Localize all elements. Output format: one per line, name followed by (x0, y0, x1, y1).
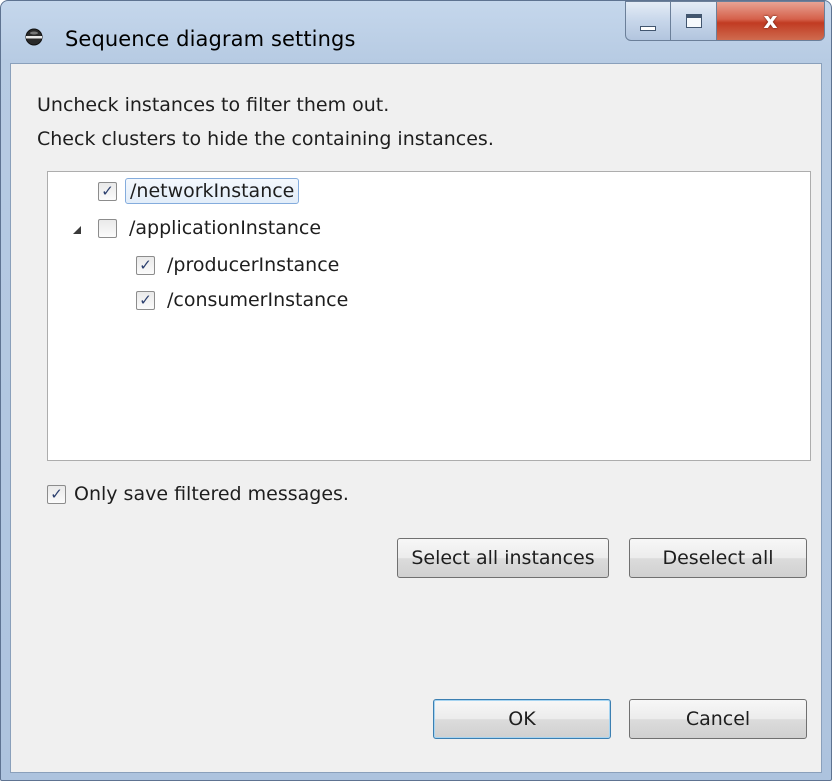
only-save-checkbox[interactable]: ✓ (47, 484, 66, 504)
ok-button[interactable]: OK (433, 699, 611, 739)
maximize-button[interactable] (671, 1, 717, 41)
tree-item-label[interactable]: /applicationInstance (125, 216, 325, 240)
close-icon: x (763, 8, 778, 34)
instruction-line-1: Uncheck instances to filter them out. (37, 94, 390, 116)
tree-item-checkbox[interactable]: ✓ (136, 290, 155, 310)
title-bar[interactable]: Sequence diagram settings x (1, 1, 831, 61)
checkmark-icon: ✓ (50, 484, 63, 503)
instruction-line-2: Check clusters to hide the containing in… (37, 128, 494, 150)
checkmark-icon: ✓ (139, 255, 152, 274)
window-title: Sequence diagram settings (65, 27, 356, 51)
tree-item-checkbox[interactable] (98, 218, 117, 238)
tree-item-producer-instance[interactable]: ✓ /producerInstance (136, 250, 343, 280)
tree-item-label[interactable]: /consumerInstance (163, 288, 352, 312)
only-save-label[interactable]: Only save filtered messages. (74, 483, 349, 505)
tree-item-label[interactable]: /networkInstance (125, 178, 300, 204)
caption-buttons: x (625, 1, 825, 41)
deselect-all-button[interactable]: Deselect all (629, 538, 807, 578)
tree-item-checkbox[interactable]: ✓ (98, 181, 117, 201)
only-save-filtered-option[interactable]: ✓ Only save filtered messages. (47, 479, 349, 509)
minimize-button[interactable] (625, 1, 671, 41)
tree-item-checkbox[interactable]: ✓ (136, 255, 155, 275)
select-all-instances-button[interactable]: Select all instances (397, 538, 609, 578)
instance-tree[interactable]: ✓ /networkInstance /applicationInstance … (47, 171, 811, 461)
tree-item-label[interactable]: /producerInstance (163, 253, 343, 277)
cancel-button[interactable]: Cancel (629, 699, 807, 739)
globe-icon (25, 28, 43, 46)
maximize-icon (685, 14, 702, 28)
tree-item-application-instance[interactable]: /applicationInstance (98, 213, 325, 243)
dialog-window: Sequence diagram settings x Uncheck inst… (0, 0, 832, 781)
checkmark-icon: ✓ (139, 290, 152, 309)
minimize-icon (640, 25, 656, 31)
checkmark-icon: ✓ (101, 181, 114, 200)
dialog-body: Uncheck instances to filter them out. Ch… (10, 63, 822, 773)
tree-item-consumer-instance[interactable]: ✓ /consumerInstance (136, 285, 352, 315)
expand-triangle-icon[interactable] (72, 225, 82, 235)
tree-item-network-instance[interactable]: ✓ /networkInstance (98, 176, 300, 206)
close-button[interactable]: x (717, 1, 825, 41)
